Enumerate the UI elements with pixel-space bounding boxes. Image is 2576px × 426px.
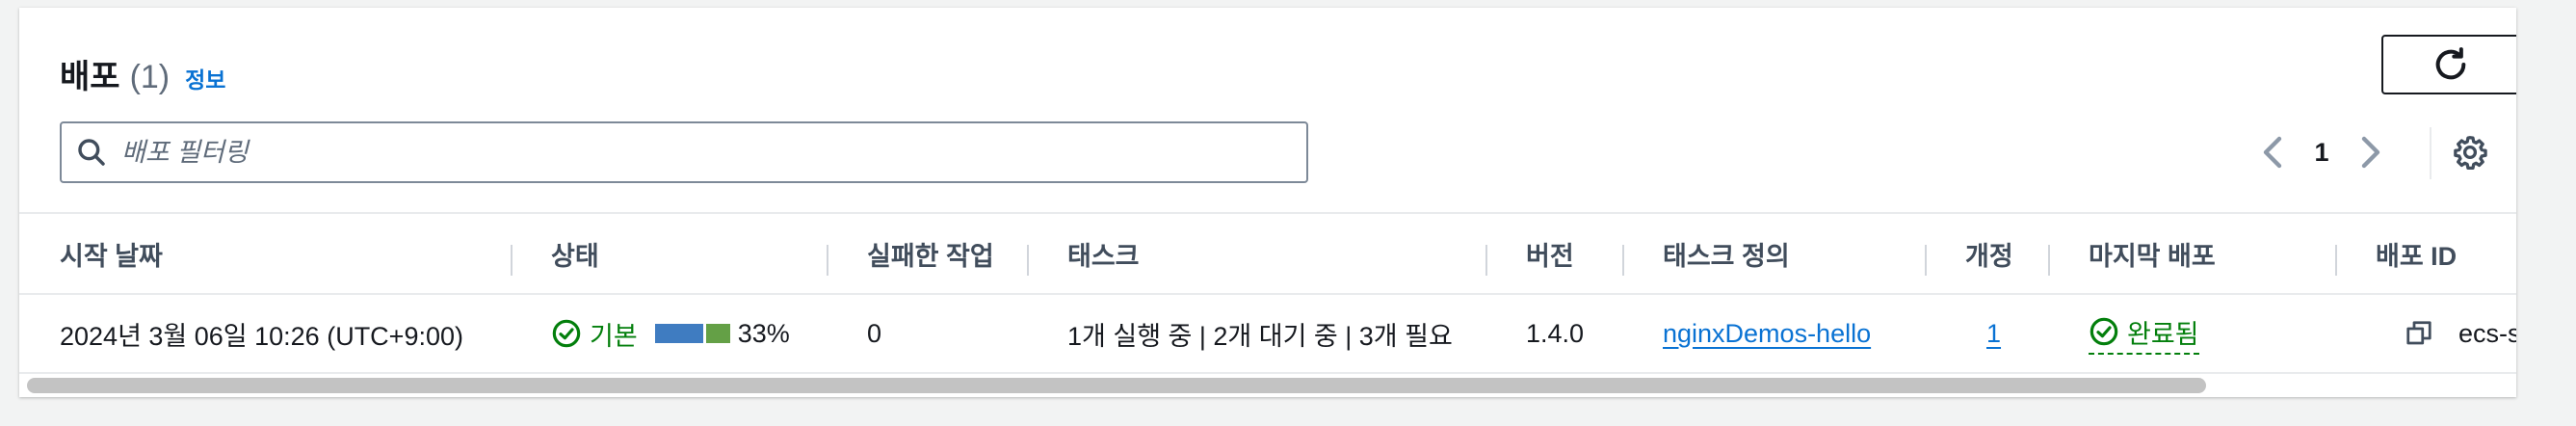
prev-page-button[interactable]: [2252, 131, 2295, 173]
column-header-start-date[interactable]: 시작 날짜: [60, 214, 163, 293]
refresh-icon: [2435, 47, 2466, 80]
last-deployment-status[interactable]: 완료됨: [2089, 313, 2199, 355]
table-header: 시작 날짜 상태 실패한 작업 태스크 버전 태스크 정의 개정 마지막 배포 …: [19, 212, 2516, 295]
column-resizer[interactable]: [2048, 245, 2050, 276]
column-resizer[interactable]: [1925, 245, 1927, 276]
column-resizer[interactable]: [1485, 245, 1487, 276]
table-row: 2024년 3월 06일 10:26 (UTC+9:00) 기본 33% 0 1…: [19, 295, 2516, 374]
next-page-button[interactable]: [2349, 131, 2391, 173]
cell-task-definition: nginxDemos-hello: [1663, 295, 1871, 372]
column-header-revision[interactable]: 개정: [1965, 214, 2013, 293]
search-input[interactable]: [119, 136, 1306, 169]
column-resizer[interactable]: [1622, 245, 1624, 276]
progress-segment-running: [654, 324, 703, 343]
last-deployment-label: 완료됨: [2127, 319, 2199, 349]
cell-start-date: 2024년 3월 06일 10:26 (UTC+9:00): [60, 321, 463, 351]
status-label: 기본: [590, 321, 638, 351]
search-box[interactable]: [60, 121, 1308, 183]
column-header-task-definition[interactable]: 태스크 정의: [1663, 214, 1790, 293]
refresh-button[interactable]: [2381, 35, 2516, 94]
title-row: 배포 (1) 정보: [60, 50, 225, 97]
cell-status: 기본 33%: [551, 295, 790, 372]
gear-icon: [2454, 136, 2487, 170]
preferences-button[interactable]: [2449, 131, 2491, 173]
column-resizer[interactable]: [1027, 245, 1029, 276]
task-definition-link[interactable]: nginxDemos-hello: [1663, 319, 1871, 349]
column-header-last-deployment[interactable]: 마지막 배포: [2089, 214, 2216, 293]
column-resizer[interactable]: [2335, 245, 2337, 276]
horizontal-scrollbar[interactable]: [27, 378, 2509, 395]
deployment-id: ecs-svc: [2458, 318, 2516, 348]
cell-deployment-id: ecs-svc: [2405, 295, 2516, 372]
column-header-failed-tasks[interactable]: 실패한 작업: [867, 214, 994, 293]
revision-link[interactable]: 1: [1986, 319, 2001, 349]
column-resizer[interactable]: [827, 245, 828, 276]
column-resizer[interactable]: [511, 245, 513, 276]
deployment-count: (1): [129, 59, 171, 95]
search-icon: [75, 136, 108, 169]
chevron-right-icon: [2361, 136, 2380, 169]
column-header-version[interactable]: 버전: [1526, 214, 1574, 293]
status-progress-bar: [654, 324, 730, 343]
column-header-tasks[interactable]: 태스크: [1067, 214, 1140, 293]
chevron-left-icon: [2263, 136, 2282, 169]
copy-icon: [2406, 321, 2431, 345]
check-circle-icon: [552, 319, 581, 348]
column-header-deployment-id[interactable]: 배포 ID: [2376, 214, 2457, 293]
copy-button[interactable]: [2405, 319, 2433, 348]
pagination: 1: [2252, 131, 2391, 173]
pager-divider: [2430, 127, 2431, 179]
cell-failed-tasks: 0: [867, 318, 882, 348]
status-percent: 33%: [737, 318, 790, 348]
cell-revision: 1: [1965, 295, 2001, 372]
cell-version: 1.4.0: [1526, 318, 1585, 348]
info-link[interactable]: 정보: [185, 62, 225, 94]
cell-last-deployment: 완료됨: [2089, 295, 2199, 372]
column-header-status[interactable]: 상태: [551, 214, 599, 293]
cell-tasks: 1개 실행 중 | 2개 대기 중 | 3개 필요: [1067, 321, 1453, 351]
deployments-panel: 배포 (1) 정보 1: [19, 8, 2516, 397]
progress-segment-complete: [705, 324, 730, 343]
check-circle-icon: [2090, 317, 2118, 346]
page-title: 배포: [60, 59, 120, 95]
scrollbar-thumb[interactable]: [27, 378, 2206, 393]
current-page[interactable]: 1: [2295, 138, 2349, 168]
panel-header: 배포 (1) 정보 1: [19, 8, 2516, 212]
